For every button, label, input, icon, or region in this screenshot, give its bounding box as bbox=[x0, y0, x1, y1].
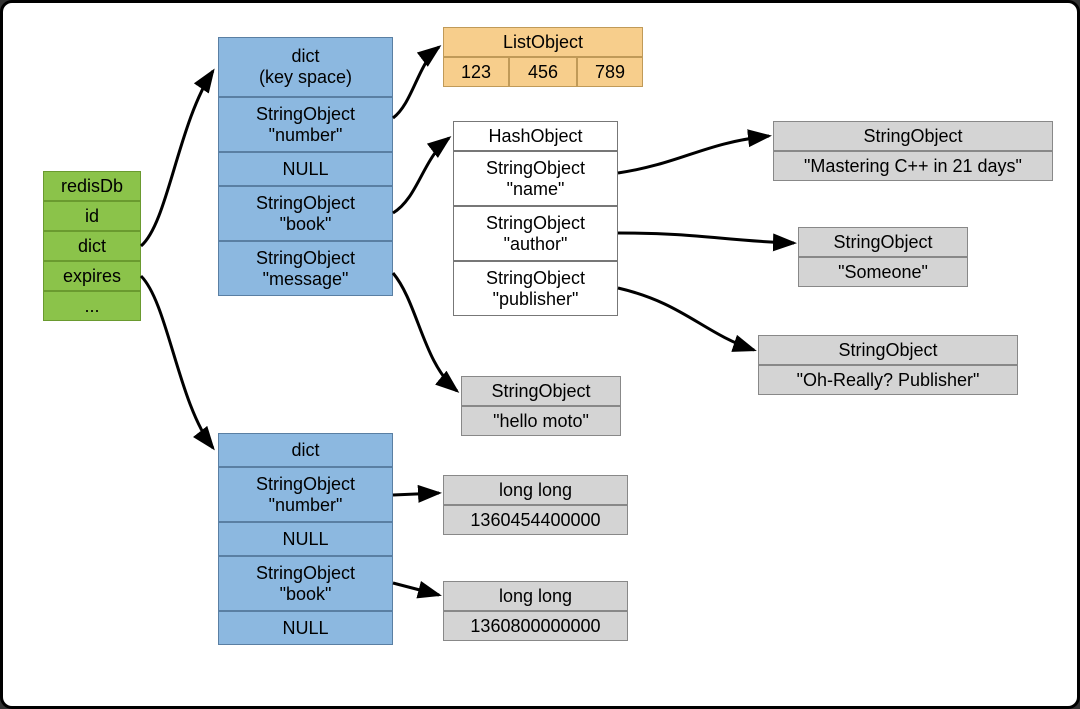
longlong2-value: 1360800000000 bbox=[443, 611, 628, 641]
label-line1: StringObject bbox=[256, 563, 355, 584]
keyspace-entry-book: StringObject "book" bbox=[218, 186, 393, 241]
hashval-publisher-value: "Oh-Really? Publisher" bbox=[758, 365, 1018, 395]
label-line2: "message" bbox=[263, 269, 349, 290]
longlong1-header: long long bbox=[443, 475, 628, 505]
longlong2-header: long long bbox=[443, 581, 628, 611]
listobject-item-0: 123 bbox=[443, 57, 509, 87]
label-line1: StringObject bbox=[256, 248, 355, 269]
label-line2: "book" bbox=[280, 584, 332, 605]
label-line1: StringObject bbox=[486, 158, 585, 179]
hashval-author-value: "Someone" bbox=[798, 257, 968, 287]
redisdb-header: redisDb bbox=[43, 171, 141, 201]
expires-entry-null2: NULL bbox=[218, 611, 393, 645]
longlong1-value: 1360454400000 bbox=[443, 505, 628, 535]
label-line2: "book" bbox=[280, 214, 332, 235]
expires-dict-header: dict bbox=[218, 433, 393, 467]
label-line1: StringObject bbox=[486, 213, 585, 234]
redisdb-field-expires: expires bbox=[43, 261, 141, 291]
label-line2: "publisher" bbox=[493, 289, 579, 310]
label-line1: StringObject bbox=[486, 268, 585, 289]
redisdb-field-more: ... bbox=[43, 291, 141, 321]
keyspace-entry-number: StringObject "number" bbox=[218, 97, 393, 152]
redisdb-field-id: id bbox=[43, 201, 141, 231]
message-value-value: "hello moto" bbox=[461, 406, 621, 436]
keyspace-dict-header-l1: dict bbox=[291, 46, 319, 67]
listobject-item-2: 789 bbox=[577, 57, 643, 87]
hashval-name-value: "Mastering C++ in 21 days" bbox=[773, 151, 1053, 181]
hashobject-field-publisher: StringObject "publisher" bbox=[453, 261, 618, 316]
hashobject-field-name: StringObject "name" bbox=[453, 151, 618, 206]
message-value-header: StringObject bbox=[461, 376, 621, 406]
listobject-item-1: 456 bbox=[509, 57, 577, 87]
label-line1: StringObject bbox=[256, 193, 355, 214]
keyspace-dict-header: dict (key space) bbox=[218, 37, 393, 97]
hashval-author-header: StringObject bbox=[798, 227, 968, 257]
expires-entry-number: StringObject "number" bbox=[218, 467, 393, 522]
label-line2: "author" bbox=[504, 234, 568, 255]
keyspace-entry-message: StringObject "message" bbox=[218, 241, 393, 296]
diagram-frame: redisDb id dict expires ... dict (key sp… bbox=[0, 0, 1080, 709]
hashval-name-header: StringObject bbox=[773, 121, 1053, 151]
label-line1: StringObject bbox=[256, 474, 355, 495]
expires-entry-book: StringObject "book" bbox=[218, 556, 393, 611]
redisdb-field-dict: dict bbox=[43, 231, 141, 261]
label-line2: "name" bbox=[507, 179, 565, 200]
label-line2: "number" bbox=[269, 495, 343, 516]
hashval-publisher-header: StringObject bbox=[758, 335, 1018, 365]
label-line1: StringObject bbox=[256, 104, 355, 125]
hashobject-field-author: StringObject "author" bbox=[453, 206, 618, 261]
hashobject-header: HashObject bbox=[453, 121, 618, 151]
keyspace-dict-header-l2: (key space) bbox=[259, 67, 352, 88]
label-line2: "number" bbox=[269, 125, 343, 146]
keyspace-entry-null: NULL bbox=[218, 152, 393, 186]
listobject-header: ListObject bbox=[443, 27, 643, 57]
expires-entry-null1: NULL bbox=[218, 522, 393, 556]
